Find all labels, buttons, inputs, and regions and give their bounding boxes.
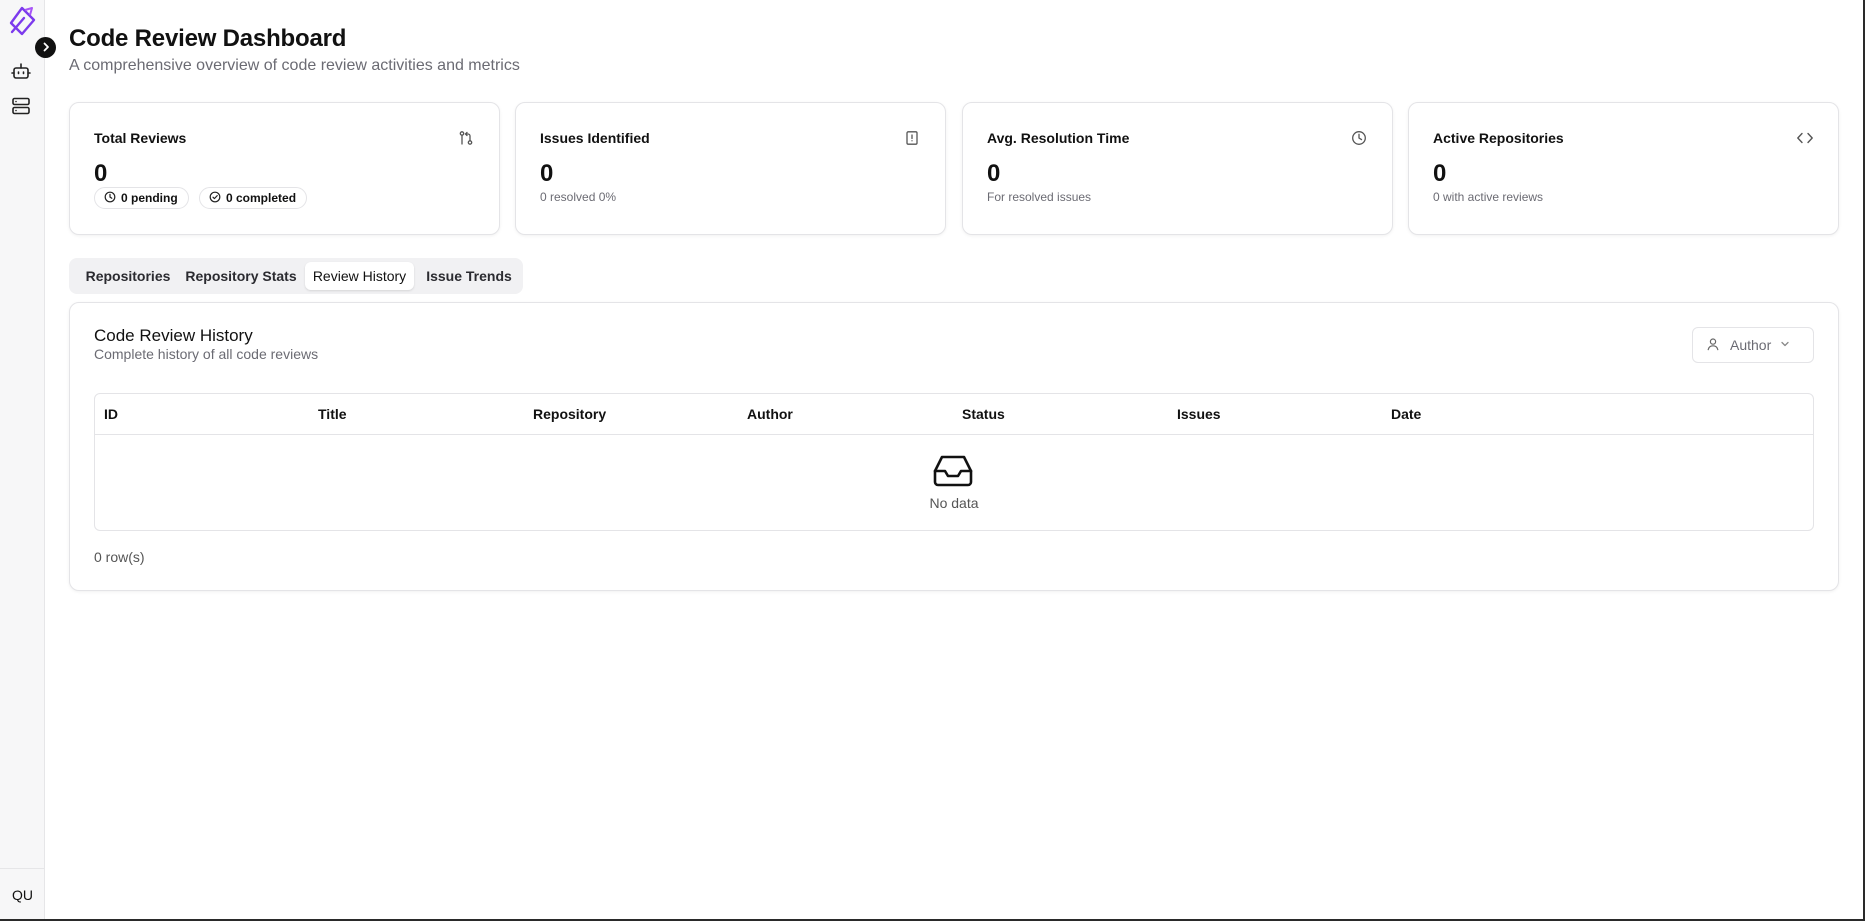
file-alert-icon xyxy=(903,129,921,147)
stat-value: 0 xyxy=(540,160,554,187)
page-title: Code Review Dashboard xyxy=(69,25,347,52)
stats-row: Total Reviews 0 0 pending 0 completed Is… xyxy=(69,102,1839,235)
stat-title: Issues Identified xyxy=(540,130,650,146)
stat-value: 0 xyxy=(94,160,108,187)
clock-icon xyxy=(1350,129,1368,147)
pending-badge: 0 pending xyxy=(94,187,189,209)
chevron-down-icon xyxy=(1779,337,1791,353)
empty-state-text: No data xyxy=(929,495,979,511)
tab-issue-trends[interactable]: Issue Trends xyxy=(418,262,520,290)
card-title: Code Review History xyxy=(94,326,253,345)
stat-card-avg-resolution-time: Avg. Resolution Time 0 For resolved issu… xyxy=(962,102,1393,235)
column-header-title[interactable]: Title xyxy=(318,406,347,422)
stat-card-active-repositories: Active Repositories 0 0 with active revi… xyxy=(1408,102,1839,235)
page-subtitle: A comprehensive overview of code review … xyxy=(69,57,520,74)
column-header-issues[interactable]: Issues xyxy=(1177,406,1221,422)
stat-subtext: 0 with active reviews xyxy=(1433,190,1544,204)
author-filter-select[interactable]: Author xyxy=(1692,327,1814,363)
chevron-right-icon xyxy=(41,39,51,57)
sidebar-divider xyxy=(0,868,45,869)
row-count: 0 row(s) xyxy=(94,549,145,565)
stat-card-total-reviews: Total Reviews 0 0 pending 0 completed xyxy=(69,102,500,235)
card-description: Complete history of all code reviews xyxy=(94,346,319,362)
column-header-repository[interactable]: Repository xyxy=(533,406,606,422)
app-logo-icon[interactable] xyxy=(8,6,36,36)
sidebar-toggle-button[interactable] xyxy=(35,37,56,58)
user-avatar[interactable]: QU xyxy=(0,887,45,903)
stat-value: 0 xyxy=(987,160,1001,187)
review-history-card: Code Review History Complete history of … xyxy=(69,302,1839,591)
column-header-id[interactable]: ID xyxy=(104,406,118,422)
sidebar: QU xyxy=(0,0,45,921)
stat-value: 0 xyxy=(1433,160,1447,187)
user-icon xyxy=(1706,337,1720,354)
review-history-table: ID Title Repository Author Status Issues… xyxy=(94,393,1814,531)
server-icon[interactable] xyxy=(10,95,32,117)
column-header-status[interactable]: Status xyxy=(962,406,1005,422)
pending-count: 0 pending xyxy=(121,191,178,205)
stat-title: Avg. Resolution Time xyxy=(987,130,1130,146)
tab-review-history[interactable]: Review History xyxy=(305,262,414,290)
stat-subtext: 0 resolved 0% xyxy=(540,190,617,204)
author-filter-label: Author xyxy=(1730,337,1772,353)
table-header: ID Title Repository Author Status Issues… xyxy=(95,394,1813,435)
completed-count: 0 completed xyxy=(226,191,297,205)
completed-badge: 0 completed xyxy=(199,187,308,209)
check-circle-icon xyxy=(209,191,226,206)
column-header-date[interactable]: Date xyxy=(1391,406,1421,422)
tab-list: Repositories Repository Stats Review His… xyxy=(69,258,523,294)
tab-repository-stats[interactable]: Repository Stats xyxy=(183,262,299,290)
stat-subtext: For resolved issues xyxy=(987,190,1092,204)
git-pull-request-icon xyxy=(457,129,475,147)
code-icon xyxy=(1796,129,1814,147)
stat-title: Total Reviews xyxy=(94,130,187,146)
inbox-icon xyxy=(933,454,973,488)
stat-title: Active Repositories xyxy=(1433,130,1564,146)
stat-card-issues-identified: Issues Identified 0 0 resolved 0% xyxy=(515,102,946,235)
tab-repositories[interactable]: Repositories xyxy=(73,262,183,290)
column-header-author[interactable]: Author xyxy=(747,406,793,422)
bot-icon[interactable] xyxy=(10,60,32,82)
clock-icon xyxy=(104,191,121,206)
